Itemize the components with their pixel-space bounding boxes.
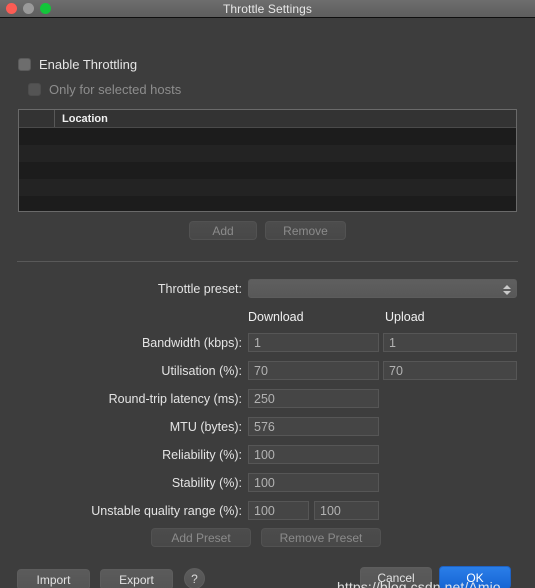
minimize-button[interactable] (23, 3, 34, 14)
add-preset-button[interactable]: Add Preset (151, 528, 251, 547)
import-button[interactable]: Import (17, 569, 90, 588)
table-row[interactable] (19, 196, 516, 211)
only-selected-hosts-checkbox[interactable] (28, 83, 41, 96)
zoom-button[interactable] (40, 3, 51, 14)
cancel-button[interactable]: Cancel (360, 567, 432, 588)
enable-throttling-row[interactable]: Enable Throttling (18, 57, 137, 72)
upload-column-header: Upload (385, 310, 425, 324)
only-selected-hosts-row[interactable]: Only for selected hosts (28, 82, 181, 97)
updown-stepper-icon[interactable] (502, 281, 511, 298)
hosts-table-column-location[interactable]: Location (55, 113, 108, 125)
hosts-table-body[interactable] (19, 128, 516, 211)
latency-label: Round-trip latency (ms): (108, 392, 242, 406)
stability-input[interactable]: 100 (248, 473, 379, 492)
download-column-header: Download (248, 310, 304, 324)
section-divider (17, 261, 518, 262)
hosts-table[interactable]: Location (18, 109, 517, 212)
window-title: Throttle Settings (222, 1, 313, 16)
help-icon[interactable]: ? (184, 568, 205, 588)
enable-throttling-label: Enable Throttling (39, 57, 138, 72)
unstable-quality-min-input[interactable]: 100 (248, 501, 309, 520)
window-controls (6, 3, 51, 14)
table-row[interactable] (19, 162, 516, 179)
reliability-input[interactable]: 100 (248, 445, 379, 464)
close-button[interactable] (6, 3, 17, 14)
add-host-button[interactable]: Add (189, 221, 257, 240)
throttle-preset-label: Throttle preset: (157, 282, 242, 296)
utilisation-download-input[interactable]: 70 (248, 361, 379, 380)
hosts-table-header: Location (19, 110, 516, 128)
reliability-label: Reliability (%): (162, 448, 242, 462)
bandwidth-download-input[interactable]: 1 (248, 333, 379, 352)
enable-throttling-checkbox[interactable] (18, 58, 31, 71)
unstable-quality-max-input[interactable]: 100 (314, 501, 379, 520)
unstable-quality-range-label: Unstable quality range (%): (91, 504, 242, 518)
export-button[interactable]: Export (100, 569, 173, 588)
ok-button[interactable]: OK (439, 566, 511, 588)
dialog-body: Enable Throttling Only for selected host… (0, 18, 535, 588)
mtu-input[interactable]: 576 (248, 417, 379, 436)
table-row[interactable] (19, 179, 516, 196)
throttle-preset-select[interactable] (248, 279, 517, 298)
remove-host-button[interactable]: Remove (265, 221, 346, 240)
bandwidth-upload-input[interactable]: 1 (383, 333, 517, 352)
latency-input[interactable]: 250 (248, 389, 379, 408)
stability-label: Stability (%): (171, 476, 242, 490)
remove-preset-button[interactable]: Remove Preset (261, 528, 381, 547)
utilisation-upload-input[interactable]: 70 (383, 361, 517, 380)
only-selected-hosts-label: Only for selected hosts (49, 82, 182, 97)
hosts-table-column-gutter (19, 110, 55, 127)
table-row[interactable] (19, 145, 516, 162)
throttle-settings-window: Throttle Settings Enable Throttling Only… (0, 0, 535, 588)
bandwidth-label: Bandwidth (kbps): (141, 336, 242, 350)
utilisation-label: Utilisation (%): (161, 364, 242, 378)
table-row[interactable] (19, 128, 516, 145)
mtu-label: MTU (bytes): (169, 420, 242, 434)
title-bar: Throttle Settings (0, 0, 535, 18)
